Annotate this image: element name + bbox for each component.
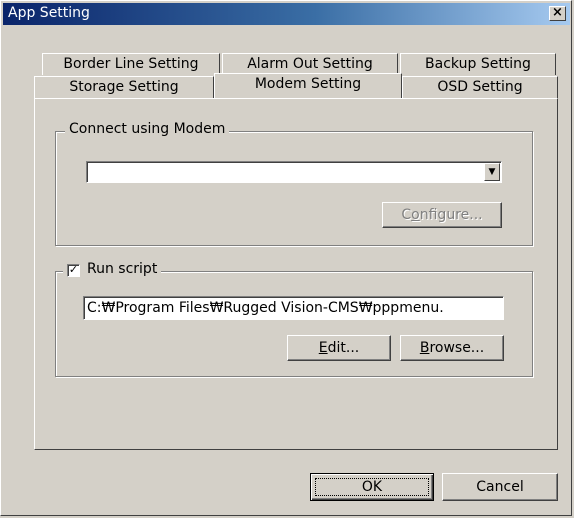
browse-button[interactable]: Browse... bbox=[400, 335, 504, 361]
tab-label: Modem Setting bbox=[254, 76, 362, 92]
tab-label: Alarm Out Setting bbox=[247, 56, 373, 72]
cancel-button[interactable]: Cancel bbox=[442, 473, 558, 501]
title-bar[interactable]: App Setting × bbox=[3, 3, 570, 25]
tab-label: Border Line Setting bbox=[63, 56, 199, 72]
run-script-checkbox[interactable]: ✓ bbox=[67, 264, 80, 277]
script-path-value: C:₩Program Files₩Rugged Vision-CMS₩pppme… bbox=[87, 300, 444, 316]
edit-button[interactable]: Edit... bbox=[287, 335, 391, 361]
script-path-field[interactable]: C:₩Program Files₩Rugged Vision-CMS₩pppme… bbox=[83, 296, 504, 320]
tab-backup-setting[interactable]: Backup Setting bbox=[400, 53, 556, 75]
close-button[interactable]: × bbox=[549, 6, 566, 21]
window-title: App Setting bbox=[8, 5, 90, 21]
tab-alarm-out-setting[interactable]: Alarm Out Setting bbox=[222, 53, 398, 75]
run-script-label[interactable]: Run script bbox=[87, 261, 157, 277]
modem-select[interactable]: ▼ bbox=[86, 161, 502, 183]
configure-button[interactable]: Configure... bbox=[382, 202, 502, 228]
tab-label: OSD Setting bbox=[437, 79, 523, 95]
check-icon: ✓ bbox=[68, 263, 79, 276]
tab-panel-modem: Connect using Modem ▼ Configure... ✓ Run… bbox=[34, 98, 558, 450]
modem-group-label: Connect using Modem bbox=[65, 121, 230, 137]
tab-label: Backup Setting bbox=[425, 56, 531, 72]
ok-button[interactable]: OK bbox=[310, 473, 434, 501]
close-icon: × bbox=[552, 5, 563, 20]
run-script-header: ✓ Run script bbox=[63, 261, 162, 281]
script-groupbox bbox=[55, 271, 533, 377]
tab-modem-setting[interactable]: Modem Setting bbox=[214, 73, 402, 98]
tab-border-line-setting[interactable]: Border Line Setting bbox=[42, 53, 220, 75]
chevron-down-icon[interactable]: ▼ bbox=[484, 163, 500, 181]
modem-groupbox bbox=[55, 131, 533, 246]
tab-osd-setting[interactable]: OSD Setting bbox=[402, 76, 558, 98]
tab-storage-setting[interactable]: Storage Setting bbox=[34, 76, 214, 98]
tab-label: Storage Setting bbox=[69, 79, 179, 95]
focus-rect bbox=[315, 478, 429, 496]
app-setting-dialog: App Setting × Border Line Setting Alarm … bbox=[0, 0, 572, 516]
